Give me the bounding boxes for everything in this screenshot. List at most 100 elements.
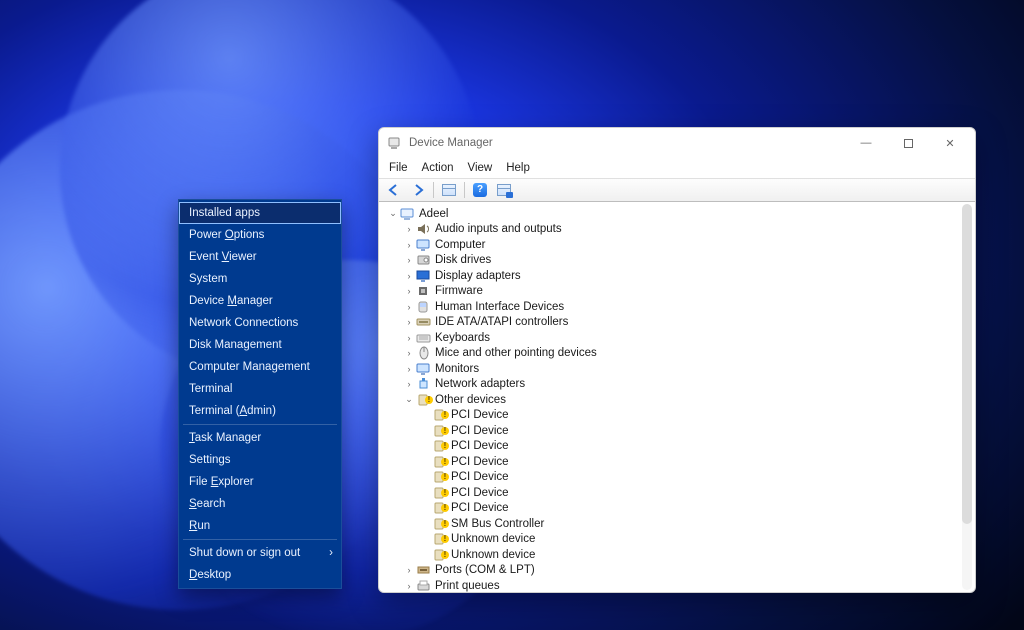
winx-item-shut-down-or-sign-out[interactable]: Shut down or sign out xyxy=(179,542,341,564)
toolbar[interactable]: ? xyxy=(379,178,975,202)
expand-icon[interactable]: › xyxy=(403,565,415,575)
tree-node-ide-ata-atapi-controllers[interactable]: ›IDE ATA/ATAPI controllers xyxy=(385,315,975,331)
tree-node-label: SM Bus Controller xyxy=(451,518,544,530)
menu-help[interactable]: Help xyxy=(500,161,536,175)
winx-item-run[interactable]: Run xyxy=(179,515,341,537)
tree-node-keyboards[interactable]: › Keyboards xyxy=(385,330,975,346)
expand-icon[interactable]: › xyxy=(403,333,415,343)
close-button[interactable]: ✕ xyxy=(929,129,971,157)
collapse-icon[interactable]: ⌄ xyxy=(387,208,399,219)
expand-icon[interactable]: › xyxy=(403,379,415,389)
tree-node-label: PCI Device xyxy=(451,440,509,452)
tree-node-label: Monitors xyxy=(435,363,479,375)
back-button[interactable] xyxy=(383,180,405,200)
tree-node-disk-drives[interactable]: ›Disk drives xyxy=(385,253,975,269)
tree-node-label: Computer xyxy=(435,239,486,251)
tree-node-label: Adeel xyxy=(419,208,448,220)
tree-node-other-devices-sm-bus-controller-7[interactable]: SM Bus Controller xyxy=(385,516,975,532)
tree-node-computer[interactable]: › Computer xyxy=(385,237,975,253)
tree-node-other-devices-unknown-device-8[interactable]: Unknown device xyxy=(385,532,975,548)
tree-node-display-adapters[interactable]: ›Display adapters xyxy=(385,268,975,284)
tree-node-other-devices-pci-device-0[interactable]: PCI Device xyxy=(385,408,975,424)
menu-action[interactable]: Action xyxy=(416,161,460,175)
hid-icon xyxy=(416,300,432,314)
tree-node-label: PCI Device xyxy=(451,456,509,468)
expand-icon[interactable]: › xyxy=(403,240,415,250)
tree-node-label: PCI Device xyxy=(451,409,509,421)
tree-node-other-devices-pci-device-4[interactable]: PCI Device xyxy=(385,470,975,486)
tree-node-other-devices-pci-device-1[interactable]: PCI Device xyxy=(385,423,975,439)
tree-node-other-devices-pci-device-2[interactable]: PCI Device xyxy=(385,439,975,455)
window-title: Device Manager xyxy=(409,137,493,149)
tree-node-monitors[interactable]: › Monitors xyxy=(385,361,975,377)
tree-node-label: Firmware xyxy=(435,285,483,297)
winx-item-disk-management[interactable]: Disk Management xyxy=(179,334,341,356)
tree-node-other-devices[interactable]: ⌄Other devices xyxy=(385,392,975,408)
tree-node-print-queues[interactable]: › Print queues xyxy=(385,578,975,592)
vertical-scrollbar[interactable] xyxy=(962,204,972,590)
tree-node-firmware[interactable]: › Firmware xyxy=(385,284,975,300)
winx-item-terminal-admin-[interactable]: Terminal (Admin) xyxy=(179,400,341,422)
winx-item-power-options[interactable]: Power Options xyxy=(179,224,341,246)
tree-node-label: Keyboards xyxy=(435,332,490,344)
tree-node-other-devices-pci-device-3[interactable]: PCI Device xyxy=(385,454,975,470)
menu-view[interactable]: View xyxy=(462,161,499,175)
winx-item-system[interactable]: System xyxy=(179,268,341,290)
unknown-icon xyxy=(432,532,448,546)
tree-node-other-devices-pci-device-6[interactable]: PCI Device xyxy=(385,501,975,517)
winx-item-desktop[interactable]: Desktop xyxy=(179,564,341,586)
expand-icon[interactable]: › xyxy=(403,224,415,234)
winx-item-search[interactable]: Search xyxy=(179,493,341,515)
expand-icon[interactable]: › xyxy=(403,271,415,281)
tree-node-label: PCI Device xyxy=(451,425,509,437)
titlebar[interactable]: Device Manager — ✕ xyxy=(379,128,975,158)
menu-file[interactable]: File xyxy=(383,161,414,175)
expand-icon[interactable]: › xyxy=(403,348,415,358)
tree-node-label: Mice and other pointing devices xyxy=(435,347,597,359)
monitor-icon xyxy=(416,238,432,252)
tree-node-human-interface-devices[interactable]: ›Human Interface Devices xyxy=(385,299,975,315)
winx-item-task-manager[interactable]: Task Manager xyxy=(179,427,341,449)
tree-node-other-devices-pci-device-5[interactable]: PCI Device xyxy=(385,485,975,501)
expand-icon[interactable]: › xyxy=(403,286,415,296)
unknown-icon xyxy=(432,548,448,562)
help-button[interactable]: ? xyxy=(469,180,491,200)
winx-item-computer-management[interactable]: Computer Management xyxy=(179,356,341,378)
expand-icon[interactable]: › xyxy=(403,364,415,374)
forward-button[interactable] xyxy=(407,180,429,200)
tree-node-ports-com-lpt-[interactable]: ›Ports (COM & LPT) xyxy=(385,563,975,579)
expand-icon[interactable]: › xyxy=(403,317,415,327)
maximize-button[interactable] xyxy=(887,129,929,157)
winx-item-file-explorer[interactable]: File Explorer xyxy=(179,471,341,493)
winx-menu[interactable]: Installed appsPower OptionsEvent ViewerS… xyxy=(178,199,342,589)
winx-item-network-connections[interactable]: Network Connections xyxy=(179,312,341,334)
tree-node-network-adapters[interactable]: ›Network adapters xyxy=(385,377,975,393)
expand-icon[interactable]: › xyxy=(403,302,415,312)
show-hide-console-tree-button[interactable] xyxy=(438,180,460,200)
minimize-button[interactable]: — xyxy=(845,129,887,157)
unknown-icon xyxy=(432,439,448,453)
disk-icon xyxy=(416,253,432,267)
unknown-icon xyxy=(432,501,448,515)
printer-icon xyxy=(416,579,432,592)
tree-node-mice-and-other-pointing-devices[interactable]: › Mice and other pointing devices xyxy=(385,346,975,362)
winx-item-terminal[interactable]: Terminal xyxy=(179,378,341,400)
device-tree[interactable]: ⌄Adeel›Audio inputs and outputs›Computer… xyxy=(379,202,975,592)
chip-icon xyxy=(416,284,432,298)
expand-icon[interactable]: › xyxy=(403,581,415,591)
properties-toolbar-button[interactable] xyxy=(493,180,515,200)
collapse-icon[interactable]: ⌄ xyxy=(403,394,415,405)
expand-icon[interactable]: › xyxy=(403,255,415,265)
tree-node-other-devices-unknown-device-9[interactable]: Unknown device xyxy=(385,547,975,563)
winx-item-event-viewer[interactable]: Event Viewer xyxy=(179,246,341,268)
winx-separator xyxy=(183,424,337,425)
winx-item-installed-apps[interactable]: Installed apps xyxy=(179,202,341,224)
scrollbar-thumb[interactable] xyxy=(962,204,972,524)
winx-item-device-manager[interactable]: Device Manager xyxy=(179,290,341,312)
tree-node-label: Print queues xyxy=(435,580,500,592)
menubar[interactable]: FileActionViewHelp xyxy=(379,158,975,178)
tree-node-audio-inputs-and-outputs[interactable]: ›Audio inputs and outputs xyxy=(385,222,975,238)
unknown-icon xyxy=(432,470,448,484)
winx-item-settings[interactable]: Settings xyxy=(179,449,341,471)
tree-node-root[interactable]: ⌄ Adeel xyxy=(385,206,975,222)
